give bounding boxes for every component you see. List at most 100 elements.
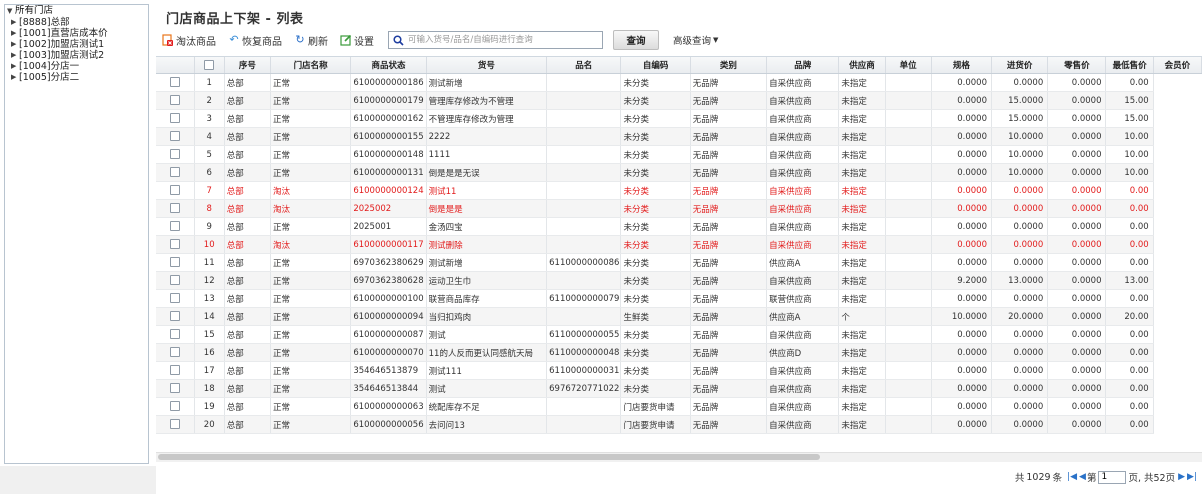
tree-item[interactable]: ▶ [1002]加盟店测试1: [5, 39, 148, 50]
row-checkbox[interactable]: [169, 365, 180, 376]
column-header[interactable]: 品牌: [766, 57, 840, 74]
tree-item[interactable]: ▶ [1001]直营店成本价: [5, 28, 148, 39]
row-checkbox[interactable]: [169, 95, 180, 106]
row-checkbox-cell[interactable]: [156, 397, 195, 416]
row-checkbox-cell[interactable]: [156, 415, 195, 434]
row-checkbox[interactable]: [169, 149, 180, 160]
column-header[interactable]: 货号: [426, 57, 548, 74]
row-checkbox-cell[interactable]: [156, 145, 195, 164]
row-checkbox-cell[interactable]: [156, 127, 195, 146]
collapsed-arrow-icon[interactable]: ▶: [11, 39, 19, 50]
row-checkbox[interactable]: [169, 131, 180, 142]
table-row[interactable]: 6 总部 正常 6100000000131 倒是是是无误 未分类 无品牌 自采供应商 未指定 0.…: [156, 163, 1202, 182]
row-checkbox[interactable]: [169, 419, 180, 430]
row-checkbox[interactable]: [169, 311, 180, 322]
table-row[interactable]: 15 总部 正常 6100000000087 测试 6110000000055 未分类 无品牌…: [156, 325, 1202, 344]
collapsed-arrow-icon[interactable]: ▶: [11, 61, 19, 72]
eliminate-button[interactable]: 淘汰商品: [162, 33, 216, 48]
row-checkbox[interactable]: [169, 185, 180, 196]
tree-item[interactable]: ▶ [8888]总部: [5, 17, 148, 28]
row-checkbox[interactable]: [169, 239, 180, 250]
settings-button[interactable]: 设置: [340, 33, 374, 48]
row-checkbox[interactable]: [169, 383, 180, 394]
row-checkbox-cell[interactable]: [156, 91, 195, 110]
tree-root[interactable]: ▼ 所有门店: [5, 5, 148, 17]
table-row[interactable]: 3 总部 正常 6100000000162 不管理库存修改为管理 未分类 无品牌 自采供应商未…: [156, 109, 1202, 128]
column-header[interactable]: 自编码: [620, 57, 691, 74]
collapsed-arrow-icon[interactable]: ▶: [11, 17, 19, 28]
column-header[interactable]: 进货价: [991, 57, 1049, 74]
table-row[interactable]: 11 总部 正常 6970362380629 测试新增 6110000000086 未分类无…: [156, 253, 1202, 272]
last-page-icon[interactable]: ▶|: [1187, 472, 1197, 482]
table-row[interactable]: 16 总部 正常 6100000000070 11的人反而更认同感航天局 61100000…: [156, 343, 1202, 362]
row-checkbox[interactable]: [169, 167, 180, 178]
column-header[interactable]: 类别: [690, 57, 768, 74]
prev-page-icon[interactable]: ◀: [1079, 472, 1086, 482]
column-header[interactable]: 门店名称: [270, 57, 352, 74]
search-input[interactable]: [406, 33, 600, 47]
column-header[interactable]: 商品状态: [350, 57, 427, 74]
query-button[interactable]: 查询: [613, 30, 659, 50]
table-row[interactable]: 20 总部 正常 6100000000056 去问问13 门店要货申请 无品牌 自采供应商 未指…: [156, 415, 1202, 434]
row-checkbox[interactable]: [169, 221, 180, 232]
row-checkbox[interactable]: [169, 293, 180, 304]
advanced-query-button[interactable]: 高级查询 ▼: [673, 33, 718, 47]
row-checkbox[interactable]: [169, 77, 180, 88]
select-all-checkbox[interactable]: [204, 59, 215, 70]
row-checkbox[interactable]: [169, 347, 180, 358]
expanded-arrow-icon[interactable]: ▼: [7, 5, 15, 17]
collapsed-arrow-icon[interactable]: ▶: [11, 50, 19, 61]
column-header[interactable]: 规格: [931, 57, 993, 74]
page-number-input[interactable]: [1098, 470, 1127, 484]
row-checkbox-cell[interactable]: [156, 271, 195, 290]
column-header[interactable]: 供应商: [838, 57, 886, 74]
table-row[interactable]: 18 总部 正常 354646513844 测试 6976720771022 未分类 无品牌自…: [156, 379, 1202, 398]
column-header[interactable]: 最低售价: [1105, 57, 1154, 74]
row-checkbox-cell[interactable]: [156, 217, 195, 236]
refresh-button[interactable]: ↻ 刷新: [294, 33, 328, 48]
row-checkbox-cell[interactable]: [156, 253, 195, 272]
table-row[interactable]: 14 总部 正常 6100000000094 当归扣鸡肉 生鲜类 无品牌 供应商A 个 10.00…: [156, 307, 1202, 326]
row-checkbox[interactable]: [169, 113, 180, 124]
row-checkbox-cell[interactable]: [156, 325, 195, 344]
collapsed-arrow-icon[interactable]: ▶: [11, 28, 19, 39]
column-header[interactable]: 零售价: [1047, 57, 1107, 74]
table-row[interactable]: 10 总部 淘汰 6100000000117 测试删除 未分类 无品牌 自采供应商 未指定 0.0…: [156, 235, 1202, 254]
row-checkbox[interactable]: [169, 275, 180, 286]
row-checkbox-cell[interactable]: [156, 163, 195, 182]
table-row[interactable]: 7 总部 淘汰 6100000000124 测试11 未分类 无品牌 自采供应商 未指定 0.00…: [156, 181, 1202, 200]
row-checkbox[interactable]: [169, 329, 180, 340]
column-header[interactable]: 品名: [546, 57, 622, 74]
first-page-icon[interactable]: |◀: [1067, 472, 1077, 482]
table-row[interactable]: 12 总部 正常 6970362380628 运动卫生巾 未分类 无品牌 自采供应商 未指定 9.…: [156, 271, 1202, 290]
table-row[interactable]: 5 总部 正常 6100000000148 1111 未分类 无品牌 自采供应商 未指定 0.00…: [156, 145, 1202, 164]
column-header[interactable]: 单位: [885, 57, 932, 74]
row-checkbox-cell[interactable]: [156, 379, 195, 398]
row-checkbox-cell[interactable]: [156, 343, 195, 362]
table-row[interactable]: 13 总部 正常 6100000000100 联营商品库存 6110000000079 未分…: [156, 289, 1202, 308]
row-checkbox-cell[interactable]: [156, 109, 195, 128]
column-header[interactable]: 序号: [224, 57, 271, 74]
horizontal-scrollbar[interactable]: [156, 452, 1202, 462]
tree-item[interactable]: ▶ [1004]分店一: [5, 61, 148, 72]
row-checkbox[interactable]: [169, 257, 180, 268]
row-checkbox-cell[interactable]: [156, 199, 195, 218]
tree-item[interactable]: ▶ [1003]加盟店测试2: [5, 50, 148, 61]
row-checkbox-cell[interactable]: [156, 361, 195, 380]
select-all-header[interactable]: [194, 57, 225, 74]
table-row[interactable]: 17 总部 正常 354646513879 测试111 6110000000031 未分类无…: [156, 361, 1202, 380]
table-row[interactable]: 4 总部 正常 6100000000155 2222 未分类 无品牌 自采供应商 未指定 0.00…: [156, 127, 1202, 146]
next-page-icon[interactable]: ▶: [1178, 472, 1185, 482]
table-row[interactable]: 1 总部 正常 6100000000186 测试新增 未分类 无品牌 自采供应商 未指定 0.00…: [156, 73, 1202, 92]
row-checkbox[interactable]: [169, 203, 180, 214]
row-checkbox-cell[interactable]: [156, 307, 195, 326]
table-row[interactable]: 8 总部 淘汰 2025002 倒是是是 未分类 无品牌 自采供应商 未指定 0.0000 0.00…: [156, 199, 1202, 218]
restore-button[interactable]: ↶ 恢复商品: [228, 33, 282, 48]
table-row[interactable]: 2 总部 正常 6100000000179 管理库存修改为不管理 未分类 无品牌 自采供应商未…: [156, 91, 1202, 110]
row-checkbox[interactable]: [169, 401, 180, 412]
collapsed-arrow-icon[interactable]: ▶: [11, 72, 19, 83]
row-checkbox-cell[interactable]: [156, 235, 195, 254]
scrollbar-thumb[interactable]: [158, 454, 820, 460]
column-header[interactable]: 会员价: [1153, 57, 1202, 74]
table-row[interactable]: 9 总部 正常 2025001 金汤四宝 未分类 无品牌 自采供应商 未指定 0.0000 0.00…: [156, 217, 1202, 236]
